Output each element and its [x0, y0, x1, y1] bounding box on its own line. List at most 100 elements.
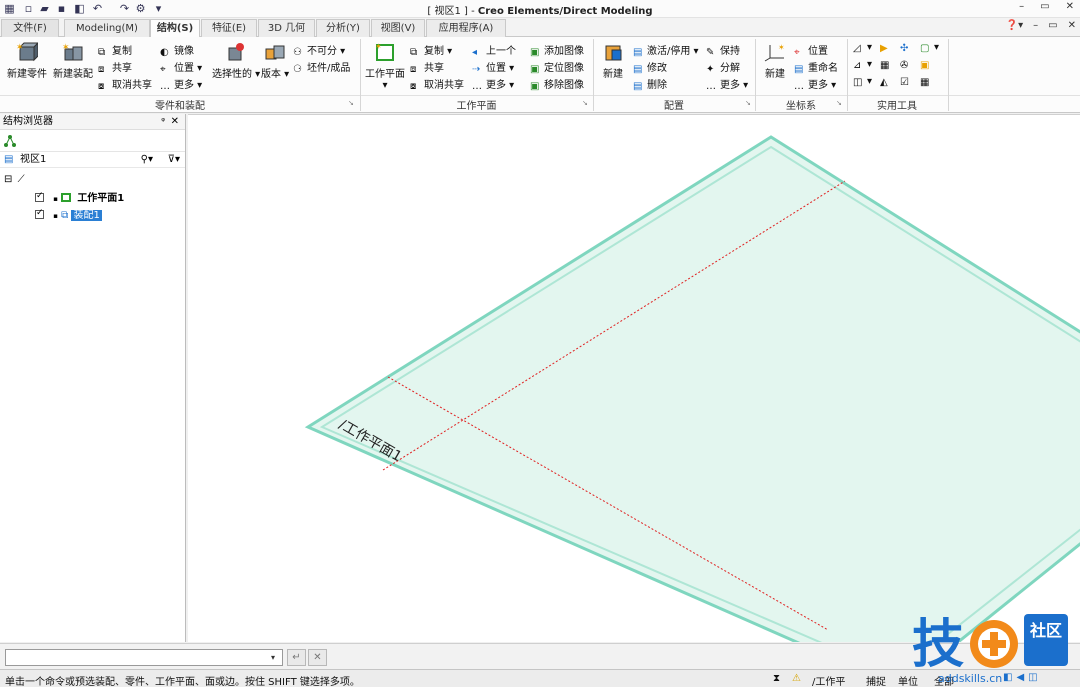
tab-3d-geometry[interactable]: 3D 几何	[258, 19, 315, 37]
utility-section-button[interactable]: ◫ ▾	[853, 76, 872, 88]
previous-icon: ◂	[472, 47, 478, 58]
filter-icon[interactable]: ⊽▾	[168, 152, 180, 168]
add-image-button[interactable]: ▣ 添加图像	[530, 42, 584, 58]
utility-favorite-button[interactable]: ✣	[900, 42, 914, 54]
position-part-button[interactable]: ⌖ 位置 ▾	[160, 59, 202, 75]
more-coord-button[interactable]: … 更多 ▾	[794, 76, 836, 92]
copy-workplane-button[interactable]: ⧉ 复制 ▾	[410, 42, 452, 58]
position-workplane-button[interactable]: ⇢ 位置 ▾	[472, 59, 514, 75]
locate-image-button[interactable]: ▣ 定位图像	[530, 59, 584, 75]
inner-restore-icon[interactable]: ▭	[1048, 20, 1057, 31]
close-icon[interactable]: ✕	[1066, 1, 1074, 12]
tree-root[interactable]: ⊟ ⟋	[4, 174, 25, 185]
utility-measure-button[interactable]: ◿ ▾	[853, 42, 872, 54]
utility-pointer-button[interactable]: ▶	[880, 42, 894, 54]
indivisible-button[interactable]: ⚇ 不可分 ▾	[293, 42, 345, 58]
more-parts-button[interactable]: … 更多 ▾	[160, 76, 202, 92]
warning-icon[interactable]: ⚠	[792, 673, 801, 684]
check-icon: ☑	[900, 77, 909, 88]
restore-icon[interactable]: ▭	[1040, 1, 1049, 12]
collapse-icon[interactable]: ⊟	[4, 174, 12, 185]
modify-config-button[interactable]: ▤ 修改	[633, 59, 667, 75]
nav-prev-icon[interactable]: ◀	[1016, 672, 1024, 683]
tab-analysis[interactable]: 分析(Y)	[316, 19, 370, 37]
inner-minimize-icon[interactable]: –	[1033, 20, 1038, 31]
parts-group-launcher-icon[interactable]: ↘	[348, 99, 354, 107]
nav-next-icon[interactable]: ◫	[1028, 672, 1037, 683]
more-workplane-button[interactable]: … 更多 ▾	[472, 76, 514, 92]
new-coord-button[interactable]: ✶ 新建	[760, 42, 790, 80]
owner-icon: ▪	[53, 212, 58, 220]
status-snap[interactable]: 捕捉	[866, 673, 886, 687]
keep-config-button[interactable]: ✎ 保持	[706, 42, 740, 58]
version-button[interactable]: 版本 ▾	[261, 42, 289, 80]
command-input[interactable]	[5, 649, 283, 666]
workplane-group-launcher-icon[interactable]: ↘	[582, 99, 588, 107]
utility-layer-button[interactable]: ▣	[920, 59, 934, 71]
status-message: 单击一个命令或预选装配、零件、工作平面、面或边。按住 SHIFT 键选择多项。	[5, 677, 360, 687]
config-group-launcher-icon[interactable]: ↘	[745, 99, 751, 107]
tab-file[interactable]: 文件(F)	[1, 19, 59, 37]
tab-applications[interactable]: 应用程序(A)	[426, 19, 506, 37]
workplane-button[interactable]: ✶ 工作平面 ▾	[364, 42, 406, 91]
copy-part-button[interactable]: ⧉ 复制	[98, 42, 132, 58]
unshare-part-button[interactable]: ⧇ 取消共享	[98, 76, 152, 92]
utility-grid-button[interactable]: ▦	[920, 76, 934, 88]
utility-shape-button[interactable]: ◭	[880, 76, 894, 88]
previous-workplane-button[interactable]: ◂ 上一个	[472, 42, 516, 58]
selection-icon[interactable]: ⧗	[773, 673, 780, 684]
decompose-config-button[interactable]: ✦ 分解	[706, 59, 740, 75]
unshare-icon: ⧇	[98, 81, 105, 92]
utility-tools-button[interactable]: ✇	[900, 59, 914, 71]
share-part-button[interactable]: ⧈ 共享	[98, 59, 132, 75]
tab-structure[interactable]: 结构(S)	[150, 19, 200, 38]
visibility-checkbox[interactable]	[35, 208, 44, 219]
utility-frame-button[interactable]: ▢ ▾	[920, 42, 939, 54]
status-workplane[interactable]: /工作平	[812, 673, 845, 687]
help-icon[interactable]: ❓▾	[1006, 20, 1023, 31]
more-icon: …	[706, 81, 716, 92]
nav-first-icon[interactable]: ◧	[1003, 672, 1012, 683]
stock-icon: ⚆	[293, 64, 302, 75]
coord-group-launcher-icon[interactable]: ↘	[836, 99, 842, 107]
tab-view[interactable]: 视图(V)	[371, 19, 425, 37]
tree-view-icon[interactable]	[3, 134, 17, 148]
browser-title: 结构浏览器	[3, 116, 53, 127]
selective-button[interactable]: 选择性的 ▾	[212, 42, 260, 80]
new-config-button[interactable]: 新建	[598, 42, 628, 80]
utility-dimension-button[interactable]: ⊿ ▾	[853, 59, 872, 71]
rename-coord-button[interactable]: ▤ 重命名	[794, 59, 838, 75]
more-config-button[interactable]: … 更多 ▾	[706, 76, 748, 92]
share-workplane-button[interactable]: ⧈ 共享	[410, 59, 444, 75]
new-part-button[interactable]: ✶ 新建零件	[5, 42, 49, 80]
visibility-checkbox[interactable]	[35, 191, 44, 202]
stock-button[interactable]: ⚆ 坯件/成品	[293, 59, 350, 75]
position-coord-button[interactable]: ⌖ 位置	[794, 42, 828, 58]
enter-command-button[interactable]: ↵	[287, 649, 306, 666]
viewport-3d[interactable]: /工作平面1	[188, 114, 1080, 642]
binoculars-icon[interactable]: ⚲▾	[141, 152, 153, 168]
tab-modeling[interactable]: Modeling(M)	[64, 19, 150, 37]
browser-view-row[interactable]: ▤ 视区1 ⚲▾ ⊽▾	[0, 152, 185, 168]
activate-config-button[interactable]: ▤ 激活/停用 ▾	[633, 42, 699, 58]
utility-table-button[interactable]: ▦	[880, 59, 894, 71]
utility-check-button[interactable]: ☑	[900, 76, 914, 88]
ribbon: ✶ 新建零件 ✶ 新建装配 ⧉ 复制 ⧈ 共享 ⧇ 取消共享 ◐ 镜像 ⌖ 位置 ▾ … 更…	[0, 37, 1080, 113]
selective-icon	[228, 43, 244, 61]
more-icon: …	[794, 81, 804, 92]
unshare-workplane-button[interactable]: ⧇ 取消共享	[410, 76, 464, 92]
remove-image-button[interactable]: ▣ 移除图像	[530, 76, 584, 92]
pin-icon[interactable]: ᵠ	[161, 114, 165, 130]
cancel-command-button[interactable]: ✕	[308, 649, 327, 666]
mirror-button[interactable]: ◐ 镜像	[160, 42, 194, 58]
tree-item-assembly[interactable]: ▪ ⧉ 装配1	[35, 206, 102, 221]
new-assembly-button[interactable]: ✶ 新建装配	[51, 42, 95, 80]
minimize-icon[interactable]: –	[1019, 1, 1024, 12]
tree-item-workplane[interactable]: ▪ 工作平面1	[35, 189, 124, 204]
tab-feature[interactable]: 特征(E)	[201, 19, 257, 37]
close-panel-icon[interactable]: ✕	[171, 114, 179, 130]
inner-close-icon[interactable]: ✕	[1068, 20, 1076, 31]
group-label-config: 配置	[664, 101, 684, 112]
command-dropdown-icon[interactable]: ▾	[271, 653, 275, 662]
delete-config-button[interactable]: ▤ 删除	[633, 76, 667, 92]
